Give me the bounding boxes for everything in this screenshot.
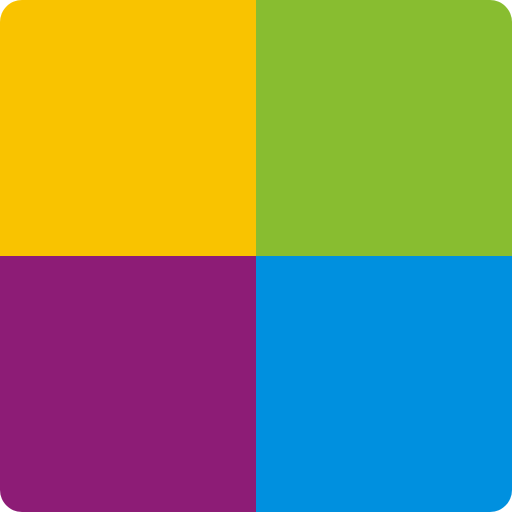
four-color-tile-icon bbox=[0, 0, 512, 512]
quadrant-bottom-right-blue bbox=[256, 256, 512, 512]
quadrant-top-left-yellow bbox=[0, 0, 256, 256]
quadrant-top-right-green bbox=[256, 0, 512, 256]
quadrant-bottom-left-purple bbox=[0, 256, 256, 512]
